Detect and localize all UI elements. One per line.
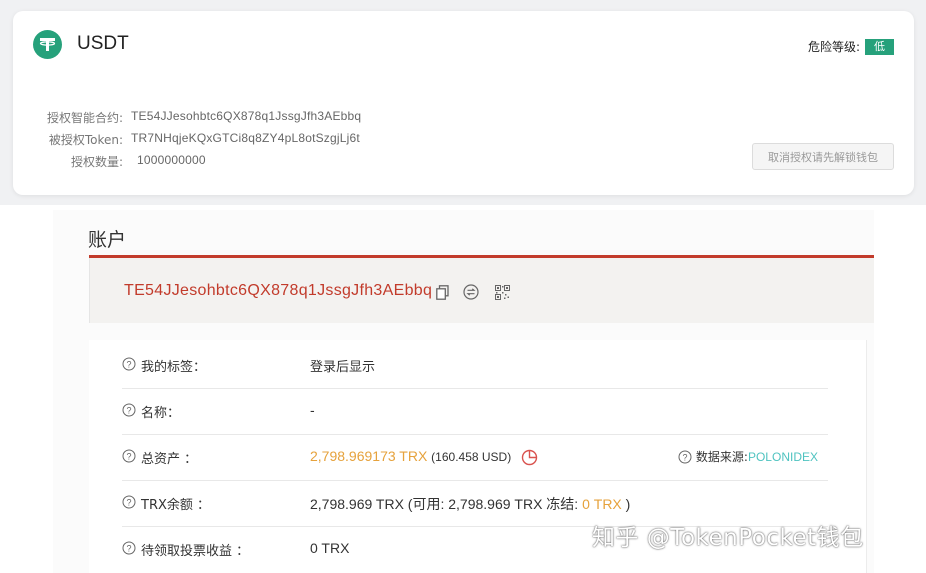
amount-label: 授权数量:	[70, 155, 123, 169]
name-value: -	[310, 402, 315, 418]
token-approval-card: USDT 危险等级: 低 授权智能合约: TE54JJesohbtc6QX878…	[13, 11, 914, 195]
tether-icon	[33, 30, 62, 59]
total-assets-usd: (160.458 USD)	[431, 450, 512, 464]
svg-text:?: ?	[682, 452, 687, 462]
question-icon[interactable]: ?	[122, 541, 136, 555]
risk-label: 危险等级:	[807, 40, 860, 54]
total-assets-value-group: 2,798.969173 TRX (160.458 USD)	[310, 448, 538, 466]
data-source: ? 数据来源: POLONIDEX	[678, 448, 818, 465]
svg-text:?: ?	[126, 360, 131, 370]
vote-rewards-label: 待领取投票收益 ：	[141, 544, 250, 559]
qrcode-icon[interactable]	[494, 284, 510, 300]
svg-text:?: ?	[126, 406, 131, 416]
svg-text:?: ?	[126, 498, 131, 508]
total-assets-value: 2,798.969173 TRX	[310, 448, 428, 464]
copy-icon[interactable]	[434, 284, 450, 300]
detail-row-name: ? 名称： -	[122, 389, 828, 435]
question-icon[interactable]: ?	[122, 357, 136, 371]
account-address[interactable]: TE54JJesohbtc6QX878q1JssgJfh3AEbbq	[124, 282, 432, 300]
amount-row: 授权数量: 1000000000	[23, 153, 206, 170]
trx-balance-suffix: )	[625, 496, 631, 512]
vote-rewards-value: 0 TRX	[310, 540, 350, 556]
question-icon[interactable]: ?	[122, 449, 136, 463]
trx-balance-value-group: 2,798.969 TRX (可用: 2,798.969 TRX 冻结: 0 T…	[310, 494, 630, 514]
watermark: 知乎 @TokenPocket钱包	[592, 525, 864, 551]
question-icon[interactable]: ?	[678, 450, 692, 464]
data-source-label: 数据来源:	[695, 450, 748, 464]
question-icon[interactable]: ?	[122, 403, 136, 417]
token-label: 被授权Token:	[48, 133, 123, 147]
total-assets-label: 总资产 ：	[141, 452, 198, 467]
account-title: 账户	[88, 229, 127, 251]
question-icon[interactable]: ?	[122, 495, 136, 509]
detail-row-total-assets: ? 总资产 ： 2,798.969173 TRX (160.458 USD) ?…	[122, 435, 828, 481]
risk-badge: 低	[865, 38, 894, 55]
pie-chart-icon[interactable]	[521, 449, 538, 466]
tag-value: 登录后显示	[310, 360, 376, 375]
data-source-link[interactable]: POLONIDEX	[748, 450, 818, 464]
risk-level: 危险等级: 低	[808, 38, 894, 55]
transfer-icon[interactable]	[463, 284, 479, 300]
trx-balance-label: TRX余额 ：	[141, 498, 211, 513]
detail-row-tag: ? 我的标签： 登录后显示	[122, 343, 828, 389]
token-name: USDT	[77, 33, 129, 54]
name-label: 名称：	[141, 406, 181, 421]
svg-text:?: ?	[126, 452, 131, 462]
amount-value: 1000000000	[137, 153, 206, 167]
contract-value: TE54JJesohbtc6QX878q1JssgJfh3AEbbq	[131, 109, 362, 123]
contract-row: 授权智能合约: TE54JJesohbtc6QX878q1JssgJfh3AEb…	[23, 109, 361, 126]
revoke-button[interactable]: 取消授权请先解锁钱包	[752, 143, 894, 170]
svg-text:?: ?	[126, 544, 131, 554]
trx-balance-value: 2,798.969 TRX (可用: 2,798.969 TRX 冻结:	[310, 496, 579, 512]
token-row: 被授权Token: TR7NHqjeKQxGTCi8q8ZY4pL8otSzgj…	[23, 131, 360, 148]
contract-label: 授权智能合约:	[46, 111, 123, 125]
trx-frozen-value: 0 TRX	[582, 496, 622, 512]
tag-label: 我的标签：	[141, 360, 207, 375]
token-value: TR7NHqjeKQxGTCi8q8ZY4pL8otSzgjLj6t	[131, 131, 360, 145]
